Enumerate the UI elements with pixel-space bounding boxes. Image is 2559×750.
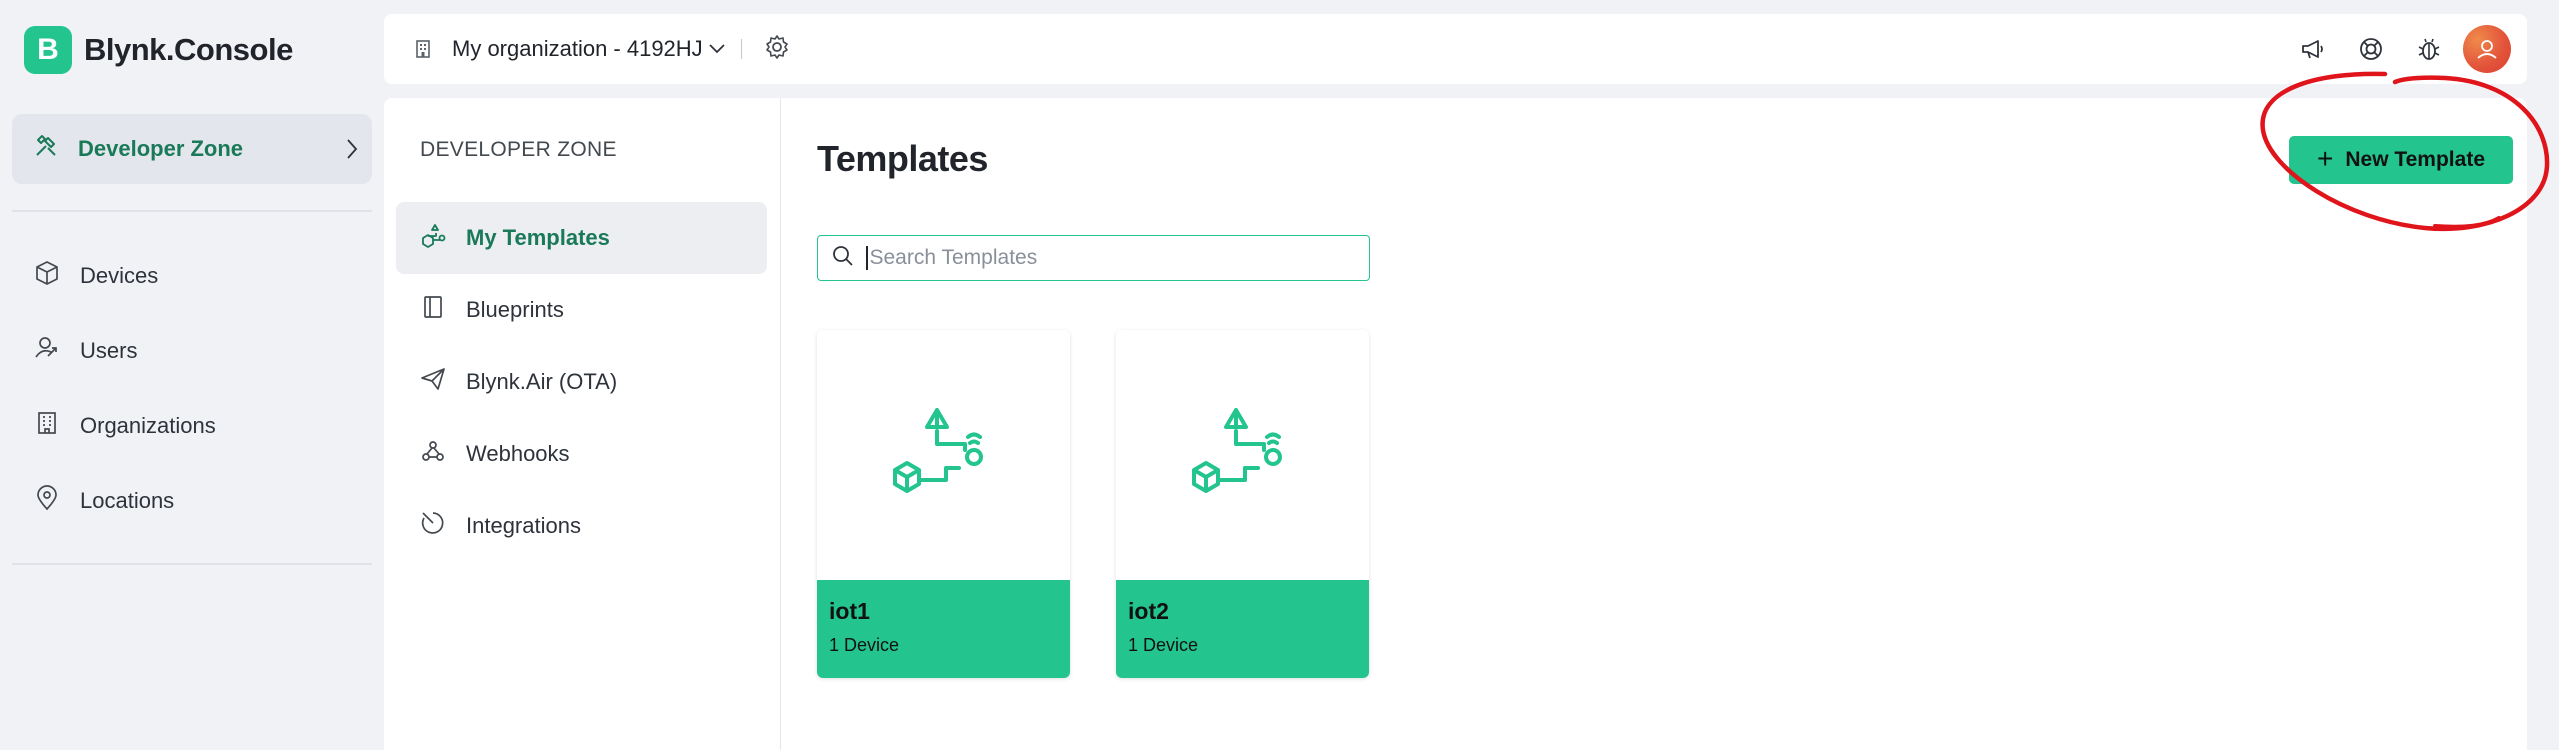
sidebar-divider (12, 563, 372, 565)
integrations-icon (420, 510, 446, 542)
subnav-item-label: Blueprints (466, 297, 564, 322)
subnav-item-label: My Templates (466, 225, 610, 250)
sidebar-nav: Devices Users Organizations Locations (12, 238, 372, 538)
sidebar-item-locations[interactable]: Locations (12, 463, 372, 538)
template-illustration-icon (892, 408, 983, 493)
sidebar-item-users[interactable]: Users (12, 313, 372, 388)
chevron-right-icon (346, 138, 358, 166)
building-icon (414, 39, 432, 59)
gear-icon[interactable] (764, 34, 790, 65)
sidebar-item-label: Devices (80, 262, 159, 288)
template-card-iot2[interactable]: iot2 1 Device (1116, 330, 1369, 678)
subnav-title: DEVELOPER ZONE (420, 138, 617, 161)
text-caret (866, 246, 868, 270)
paper-plane-icon (420, 366, 446, 398)
subnav-item-blynk-air[interactable]: Blynk.Air (OTA) (396, 346, 767, 418)
card-footer: iot1 1 Device (817, 580, 1070, 678)
template-illustration-icon (1191, 408, 1282, 493)
template-card-iot1[interactable]: iot1 1 Device (817, 330, 1070, 678)
building-icon (34, 410, 60, 442)
developer-zone-label: Developer Zone (78, 136, 244, 161)
subnav-item-my-templates[interactable]: My Templates (396, 202, 767, 274)
logo-mark: B (24, 26, 72, 74)
book-icon (420, 294, 446, 326)
search-templates[interactable] (817, 235, 1370, 281)
sidebar-item-label: Organizations (80, 412, 216, 438)
app-logo[interactable]: B Blynk.Console (24, 26, 293, 74)
subnav-item-label: Blynk.Air (OTA) (466, 369, 618, 394)
developer-zone-subnav: DEVELOPER ZONE My Templates Blueprints B… (384, 98, 781, 750)
lifebuoy-icon[interactable] (2347, 25, 2395, 73)
divider (740, 39, 742, 59)
megaphone-icon[interactable] (2289, 25, 2337, 73)
pin-icon (34, 484, 60, 517)
subnav-item-webhooks[interactable]: Webhooks (396, 418, 767, 490)
bug-icon[interactable] (2405, 25, 2453, 73)
template-image (817, 330, 1070, 580)
search-icon (832, 245, 854, 272)
org-name: My organization - 4192HJ (452, 36, 703, 61)
template-grid: iot1 1 Device iot2 1 Device (817, 330, 1415, 678)
templates-icon (420, 222, 446, 254)
search-input[interactable] (869, 246, 1350, 270)
template-device-count: 1 Device (829, 635, 900, 655)
annotation-circle (2260, 71, 2550, 232)
subnav-item-label: Integrations (466, 513, 581, 538)
primary-sidebar: Developer Zone (12, 114, 372, 184)
template-name: iot2 (1128, 598, 1169, 624)
tools-icon (34, 134, 58, 164)
top-bar: My organization - 4192HJ (384, 14, 2527, 84)
user-avatar[interactable] (2463, 25, 2511, 73)
users-icon (34, 335, 60, 367)
org-selector[interactable]: My organization - 4192HJ (414, 36, 725, 62)
content-panel: DEVELOPER ZONE My Templates Blueprints B… (384, 98, 2527, 750)
cube-icon (34, 260, 60, 292)
sidebar-item-label: Users (80, 337, 138, 363)
sidebar-divider (12, 210, 372, 212)
sidebar-item-devices[interactable]: Devices (12, 238, 372, 313)
subnav-item-integrations[interactable]: Integrations (396, 490, 767, 562)
card-footer: iot2 1 Device (1116, 580, 1369, 678)
sidebar-item-developer-zone[interactable]: Developer Zone (12, 114, 372, 184)
sidebar-item-label: Locations (80, 487, 175, 513)
template-name: iot1 (829, 598, 870, 624)
chevron-down-icon (709, 44, 725, 54)
app-name: Blynk.Console (84, 32, 293, 67)
sidebar-item-organizations[interactable]: Organizations (12, 388, 372, 463)
subnav-item-label: Webhooks (466, 441, 570, 466)
page-title: Templates (817, 138, 988, 179)
webhook-icon (420, 438, 446, 470)
template-image (1116, 330, 1369, 580)
subnav-item-blueprints[interactable]: Blueprints (396, 274, 767, 346)
template-device-count: 1 Device (1128, 635, 1199, 655)
